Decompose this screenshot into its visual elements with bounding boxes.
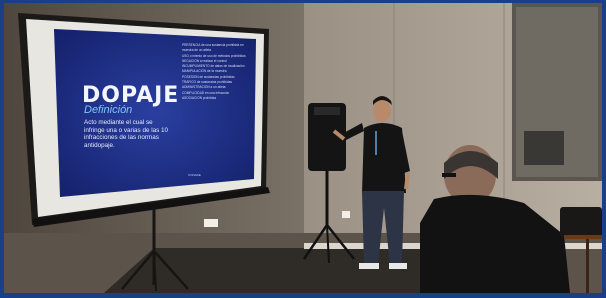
slide-description: Acto mediante el cual se infringe una o …	[84, 119, 169, 149]
projector	[560, 207, 602, 237]
side-list-item: ASOCIACIÓN prohibida	[182, 95, 217, 100]
slide-footer-logo: CONADE	[188, 173, 201, 177]
presentation-photo: DOPAJE Definición Acto mediante el cual …	[4, 3, 602, 293]
slide-side-list: PRESENCIA de una sustancia prohibida en …	[182, 43, 262, 101]
slide-subtitle: Definición	[84, 104, 133, 116]
photo-frame: DOPAJE Definición Acto mediante el cual …	[0, 0, 606, 298]
